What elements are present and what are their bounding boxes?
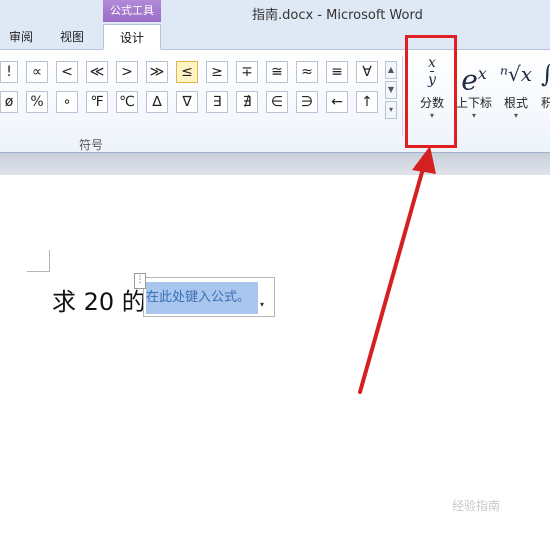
watermark: 经验指南 xyxy=(452,499,501,513)
annotation-arrow-icon xyxy=(358,146,436,394)
